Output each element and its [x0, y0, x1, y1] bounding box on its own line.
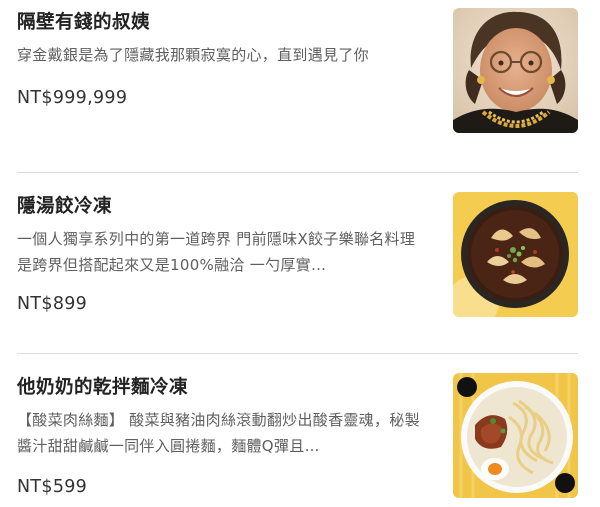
product-description: 穿金戴銀是為了隱藏我那顆寂寞的心，直到遇見了你 [17, 46, 369, 64]
product-list: 隔壁有錢的叔姨 穿金戴銀是為了隱藏我那顆寂寞的心，直到遇見了你 NT$999,9… [0, 0, 600, 506]
product-card[interactable]: 隱湯餃冷凍 一個人獨享系列中的第一道跨界 門前隱味X餃子樂聯名料理 是跨界但搭配… [0, 186, 600, 326]
product-price: NT$999,999 [17, 88, 128, 108]
product-price: NT$899 [17, 294, 88, 314]
item-divider [17, 172, 578, 173]
product-price: NT$599 [17, 477, 88, 497]
dry-noodles-photo-icon[interactable] [453, 373, 578, 498]
product-card[interactable]: 隔壁有錢的叔姨 穿金戴銀是為了隱藏我那顆寂寞的心，直到遇見了你 NT$999,9… [0, 2, 600, 142]
portrait-photo-icon[interactable] [453, 8, 578, 133]
product-card[interactable]: 他奶奶的乾拌麵冷凍 【酸菜肉絲麵】 酸菜與豬油肉絲滾動翻炒出酸香靈魂，秘製醬汁甜… [0, 367, 600, 507]
product-title[interactable]: 隔壁有錢的叔姨 [17, 8, 150, 34]
product-title[interactable]: 他奶奶的乾拌麵冷凍 [17, 373, 188, 399]
item-divider [17, 353, 578, 354]
product-description: 一個人獨享系列中的第一道跨界 門前隱味X餃子樂聯名料理 是跨界但搭配起來又是10… [17, 230, 416, 274]
product-description: 【酸菜肉絲麵】 酸菜與豬油肉絲滾動翻炒出酸香靈魂，秘製醬汁甜甜鹹鹹一同伴入圓捲麵… [17, 411, 420, 455]
product-title[interactable]: 隱湯餃冷凍 [17, 192, 112, 218]
dumpling-soup-photo-icon[interactable] [453, 192, 578, 317]
